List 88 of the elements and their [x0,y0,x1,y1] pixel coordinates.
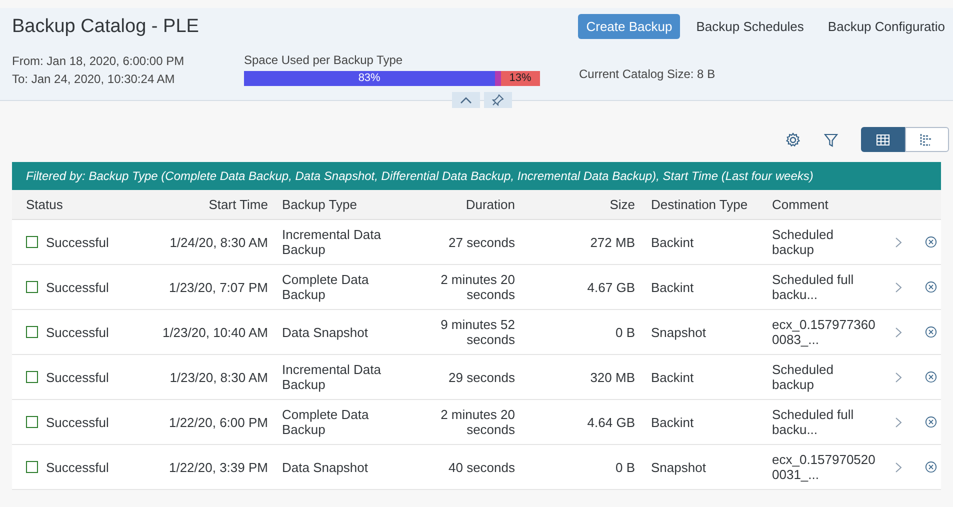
column-header: Destination Type [635,190,758,220]
bar-segment: 83% [244,71,495,86]
chevron-icon[interactable] [895,416,902,428]
filter-icon[interactable] [823,132,839,148]
table-cell: 1/23/20, 7:07 PM [168,280,268,294]
table-cell-text: Complete Data Backup [282,272,370,302]
table-cell-text: Incremental Data Backup [282,362,382,392]
table-cell: 320 MB [590,370,635,384]
table-cell: 1/22/20, 6:00 PM [168,414,268,430]
table-cell-text: 2 minutes 20 seconds [440,272,515,302]
delete-icon[interactable] [925,369,937,385]
status-text: Successful [46,414,109,430]
delete-icon[interactable] [925,324,937,340]
table-cell: 1/23/20, 8:30 AM [170,370,268,384]
table-cell: Data Snapshot [282,460,368,474]
table-cell: 29 seconds [448,370,515,384]
table-cell-text: ecx_0.1579773600083_... [772,317,876,347]
table-cell: 40 seconds [448,460,515,474]
status-text: Successful [46,370,109,384]
action-button[interactable]: Backup Schedules [688,14,812,39]
table-cell: Backint [651,280,694,294]
table-cell-text: Scheduled backup [772,227,834,257]
delete-icon[interactable] [925,279,937,295]
pin-button[interactable] [484,92,512,108]
table-cell: Snapshot [651,460,706,474]
delete-icon[interactable] [925,234,937,250]
action-button[interactable]: Create Backup [578,14,680,39]
table-cell-text: Scheduled full backu... [772,407,855,437]
column-header: Duration [411,190,515,220]
catalog-size: Current Catalog Size: 8 B [579,67,716,83]
column-header: Status [12,190,132,220]
table-cell: 27 seconds [448,234,515,250]
table-cell: Backint [651,234,694,250]
grid-icon [876,134,890,146]
status-icon [26,371,38,383]
status-icon [26,326,38,338]
chevron-icon[interactable] [895,372,902,382]
pin-icon [492,94,504,106]
collapse-button[interactable] [452,92,480,108]
page-title: Backup Catalog - PLE [12,16,199,38]
table-cell: Snapshot [651,324,706,340]
table-cell-text: Scheduled full backu... [772,272,855,302]
chevron-icon[interactable] [895,462,902,472]
table-cell: Backint [651,414,694,430]
table-cell-text: Incremental Data Backup [282,227,382,257]
table-cell: 272 MB [590,234,635,250]
bar-segment: 13% [500,71,540,86]
status-text: Successful [46,234,109,250]
column-header: Start Time [132,190,268,220]
status-icon [26,416,38,428]
column-header: Comment [758,190,881,220]
settings-icon[interactable] [785,132,801,148]
status-text: Successful [46,324,109,340]
list-icon [920,134,934,146]
table-cell: Data Snapshot [282,324,368,340]
status-icon [26,461,38,473]
status-icon [26,236,38,248]
table-cell: 1/24/20, 8:30 AM [170,234,268,250]
table-cell: 4.67 GB [587,280,635,294]
table-cell: 4.64 GB [587,414,635,430]
table-cell-text: Scheduled backup [772,362,834,392]
delete-icon[interactable] [925,459,937,475]
status-text: Successful [46,280,109,294]
chart-view-button[interactable] [905,127,949,152]
chevron-icon[interactable] [895,282,902,292]
table-cell: 0 B [615,460,635,474]
table-view-button[interactable] [861,127,905,152]
status-text: Successful [46,460,109,474]
table-cell-text: 9 minutes 52 seconds [440,317,515,347]
column-header: Backup Type [268,190,411,220]
table-cell-text: Complete Data Backup [282,407,370,437]
table-cell-text: ecx_0.1579705200031_... [772,452,876,482]
table-cell: 1/23/20, 10:40 AM [162,324,268,340]
chevron-icon[interactable] [895,326,902,338]
space-label: Space Used per Backup Type [244,53,404,67]
action-button[interactable]: Backup Configuratio [820,14,953,39]
table-cell-text: 2 minutes 20 seconds [440,407,515,437]
table-cell: 1/22/20, 3:39 PM [168,460,268,474]
from-date: From: Jan 18, 2020, 6:00:00 PM [12,54,186,68]
filter-info-bar: Filtered by: Backup Type (Complete Data Backup, Data Snapshot, Differential Data Backup, Incremental Data Backup), Start Time (Last four weeks) [12,162,941,190]
status-icon [26,281,38,293]
table-cell: 0 B [615,324,635,340]
chevron-icon[interactable] [895,236,902,248]
to-date: To: Jan 24, 2020, 10:30:24 AM [12,72,176,86]
chevron-up-icon [460,96,472,104]
table-cell: Backint [651,370,694,384]
column-header: Size [515,190,635,220]
delete-icon[interactable] [925,414,937,430]
